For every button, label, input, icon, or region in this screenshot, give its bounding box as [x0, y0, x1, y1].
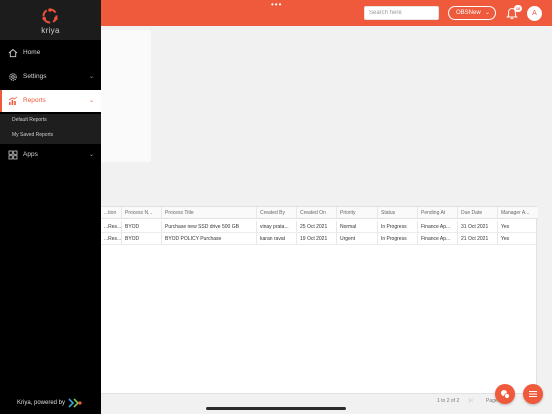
- company-selector[interactable]: OBSNew ⌄: [448, 6, 496, 20]
- column-header[interactable]: Created By: [257, 207, 297, 218]
- notification-badge: 10: [514, 5, 522, 12]
- table-cell: Finance Ap...: [418, 233, 458, 244]
- first-page-button[interactable]: |<: [469, 398, 473, 404]
- table-cell: 21 Oct 2021: [458, 233, 498, 244]
- table-cell: vinay prata...: [257, 221, 297, 232]
- chevron-down-icon: ⌄: [89, 74, 95, 80]
- column-header[interactable]: Manager A...: [498, 207, 538, 218]
- table-cell: BYOD POLICY Purchase: [162, 233, 257, 244]
- reports-submenu: Default Reports My Saved Reports: [0, 114, 101, 144]
- table-cell: Finance Ap...: [418, 221, 458, 232]
- table-row[interactable]: ...Res... BYOD Purchase new SSD drive 50…: [101, 221, 538, 233]
- menu-icon: [529, 391, 537, 397]
- sidebar-item-apps[interactable]: Apps ⌄: [0, 144, 101, 166]
- chat-icon: [501, 390, 510, 399]
- table-cell: 25 Oct 2021: [297, 221, 337, 232]
- apps-icon: [8, 150, 18, 160]
- table-cell: 31 Oct 2021: [458, 221, 498, 232]
- sidebar-footer: Kriya, powered by: [17, 398, 82, 408]
- home-icon: [8, 48, 18, 58]
- kriya-logo-icon: [42, 8, 58, 24]
- sidebar-item-home[interactable]: Home: [0, 42, 101, 64]
- table-cell: ...Res...: [101, 221, 122, 232]
- table-cell: BYOD: [122, 221, 162, 232]
- pagination-range: 1 to 2 of 2: [437, 398, 460, 404]
- column-header[interactable]: Status: [378, 207, 418, 218]
- table-header: ...tion Process N... Process Title Creat…: [101, 207, 538, 219]
- table-cell: Purchase new SSD drive 500 GB: [162, 221, 257, 232]
- powered-by-text: Kriya, powered by: [17, 400, 66, 406]
- chart-icon: [8, 96, 18, 105]
- column-header[interactable]: Created On: [297, 207, 337, 218]
- table-cell: In Progress: [378, 233, 418, 244]
- chevron-down-icon: ⌄: [89, 152, 95, 158]
- reports-table: ...tion Process N... Process Title Creat…: [100, 206, 538, 394]
- table-cell: Normal: [337, 221, 378, 232]
- column-header[interactable]: ...tion: [101, 207, 122, 218]
- company-name: OBSNew: [456, 10, 481, 16]
- table-cell: In Progress: [378, 221, 418, 232]
- chat-fab[interactable]: [495, 384, 515, 404]
- brand-name: kriya: [41, 26, 60, 35]
- sidebar-item-label: Reports: [23, 97, 46, 104]
- more-dots-icon[interactable]: •••: [271, 1, 282, 9]
- table-row[interactable]: ...Res... BYOD BYOD POLICY Purchase kara…: [101, 233, 538, 245]
- chevron-down-icon: ⌄: [484, 10, 490, 16]
- table-cell: BYOD: [122, 233, 162, 244]
- sidebar-item-label: Apps: [23, 151, 38, 158]
- column-header[interactable]: Process Title: [162, 207, 257, 218]
- table-cell: 19 Oct 2021: [297, 233, 337, 244]
- table-cell: ...Res...: [101, 233, 122, 244]
- brand-header: kriya: [0, 0, 101, 40]
- dashboard-panel: [100, 30, 151, 162]
- partner-logo-icon: [68, 398, 82, 408]
- table-cell: karan ravat: [257, 233, 297, 244]
- menu-fab[interactable]: [523, 384, 543, 404]
- table-cell: Yes: [501, 236, 510, 242]
- sidebar-item-label: Settings: [23, 73, 47, 80]
- table-cell: Yes: [501, 224, 510, 230]
- column-header[interactable]: Priority: [337, 207, 378, 218]
- submenu-my-saved-reports[interactable]: My Saved Reports: [12, 132, 53, 138]
- sidebar-item-settings[interactable]: Settings ⌄: [0, 66, 101, 88]
- avatar[interactable]: A: [527, 6, 542, 21]
- column-header[interactable]: Due Date: [458, 207, 498, 218]
- sidebar-item-label: Home: [23, 49, 41, 56]
- gear-icon: [9, 73, 17, 81]
- sidebar-item-reports[interactable]: Reports ⌄: [0, 90, 101, 112]
- chevron-down-icon: ⌄: [89, 98, 95, 104]
- submenu-default-reports[interactable]: Default Reports: [12, 117, 47, 123]
- table-cell: Urgent: [337, 233, 378, 244]
- search-input[interactable]: [364, 6, 439, 20]
- column-header[interactable]: Process N...: [122, 207, 162, 218]
- column-header[interactable]: Pending At: [418, 207, 458, 218]
- home-indicator: [206, 407, 346, 410]
- sidebar: kriya Home Settings ⌄ Reports ⌄ Default …: [0, 0, 101, 414]
